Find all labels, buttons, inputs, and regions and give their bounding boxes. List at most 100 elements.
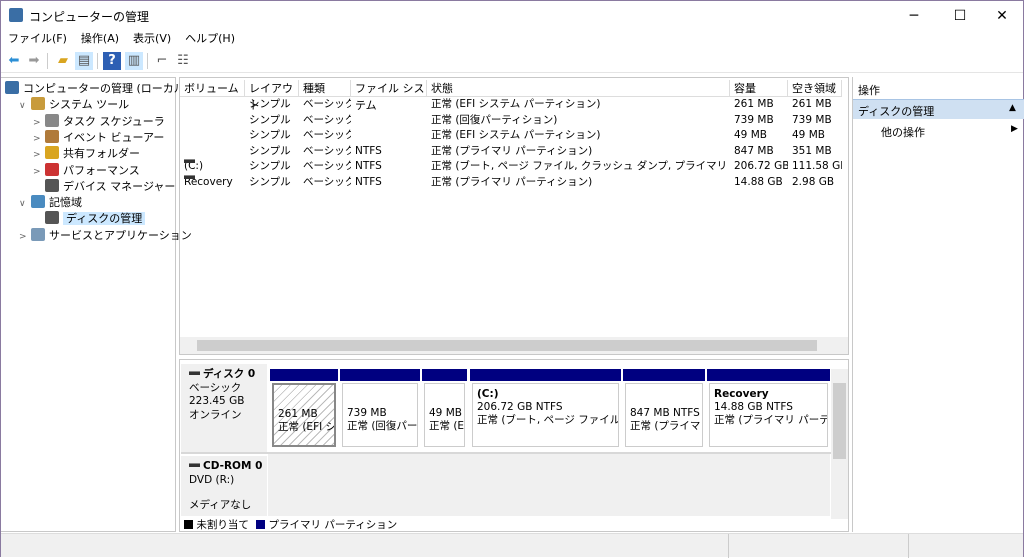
- column-header[interactable]: 容量: [730, 80, 788, 97]
- cell-text: ベーシック: [303, 98, 351, 110]
- partition-block[interactable]: 847 MB NTFS 正常 (プライマリ: [623, 369, 705, 449]
- table-cell: 正常 (EFI システム パーティション): [431, 97, 730, 113]
- partition-block[interactable]: 49 MB 正常 (E: [422, 369, 467, 449]
- vertical-scrollbar[interactable]: [831, 369, 848, 519]
- app-icon: [9, 8, 23, 22]
- table-row[interactable]: シンプル ベーシック 正常 (EFI システム パーティション) 49 MB 49 MB: [180, 128, 848, 144]
- maximize-button[interactable]: ☐: [937, 1, 983, 31]
- expand-chevron-icon[interactable]: >: [33, 147, 45, 163]
- expand-chevron-icon[interactable]: >: [33, 131, 45, 147]
- cell-text: 351 MB: [792, 144, 832, 157]
- table-cell: シンプル: [249, 159, 299, 175]
- tree-item[interactable]: > 共有フォルダー: [33, 146, 140, 162]
- table-cell: 739 MB: [792, 113, 842, 129]
- table-row[interactable]: (C:) シンプル ベーシック NTFS 正常 (ブート, ページ ファイル, クラッシ…: [180, 159, 848, 175]
- table-cell: ベーシック: [303, 144, 351, 160]
- partition-block[interactable]: (C:)206.72 GB NTFS正常 (ブート, ページ ファイル, クラ:: [470, 369, 621, 449]
- submenu-arrow-icon: ▶: [1011, 124, 1018, 134]
- table-row[interactable]: シンプル ベーシック 正常 (EFI システム パーティション) 261 MB 261 …: [180, 97, 848, 113]
- cell-text: 261 MB: [792, 98, 832, 110]
- tree-item[interactable]: > パフォーマンス: [33, 162, 140, 180]
- column-header[interactable]: 空き領域: [788, 80, 842, 97]
- cell-text: シンプル: [249, 160, 291, 173]
- expand-chevron-icon[interactable]: ∨: [19, 196, 31, 212]
- table-cell: 正常 (プライマリ パーティション): [431, 175, 730, 191]
- table-row[interactable]: Recovery シンプル ベーシック NTFS 正常 (プライマリ パーティション) 1…: [180, 175, 848, 191]
- table-cell: 739 MB: [734, 113, 788, 129]
- tree-item[interactable]: > サービスとアプリケーション: [19, 227, 192, 245]
- partition-block[interactable]: 739 MB 正常 (回復パー: [340, 369, 420, 449]
- tree-item[interactable]: > タスク スケジューラ: [33, 113, 165, 131]
- tree-node-icon: [5, 81, 19, 94]
- primary-partition-bar: [422, 369, 467, 381]
- legend: 未割り当て プライマリ パーティション: [184, 518, 397, 532]
- actions-section-disk-management[interactable]: ディスクの管理 ▲: [853, 99, 1024, 119]
- minimize-button[interactable]: ─: [891, 1, 937, 31]
- partition-block[interactable]: 261 MB 正常 (EFI シ: [270, 369, 338, 449]
- table-cell: 正常 (EFI システム パーティション): [431, 128, 730, 144]
- table-row[interactable]: シンプル ベーシック 正常 (回復パーティション) 739 MB 739 MB: [180, 113, 848, 129]
- cell-text: シンプル: [249, 176, 291, 188]
- tree-item[interactable]: コンピューターの管理 (ローカル): [5, 81, 189, 97]
- scrollbar-thumb[interactable]: [197, 340, 817, 351]
- table-row[interactable]: シンプル ベーシック NTFS 正常 (プライマリ パーティション) 847 MB 351…: [180, 144, 848, 160]
- partition-status: 正常 (回復パー: [347, 420, 418, 432]
- cell-text: 正常 (ブート, ページ ファイル, クラッシュ ダンプ, プライマリ パーティ…: [431, 160, 730, 173]
- tree-item[interactable]: デバイス マネージャー: [33, 178, 175, 195]
- column-header[interactable]: 種類: [299, 80, 351, 97]
- partition-block[interactable]: Recovery14.88 GB NTFS正常 (プライマリ パーティシ: [707, 369, 830, 449]
- tree-item[interactable]: ∨ 記憶域: [19, 195, 82, 211]
- back-icon[interactable]: ⬅: [5, 52, 23, 70]
- folder-up-icon[interactable]: ▰: [54, 52, 72, 70]
- legend-swatch-primary: [256, 520, 266, 529]
- help-icon[interactable]: ?: [103, 52, 121, 70]
- horizontal-scrollbar[interactable]: [180, 337, 848, 354]
- expand-chevron-icon[interactable]: >: [33, 115, 45, 131]
- table-cell: ベーシック: [303, 175, 351, 191]
- menu-action[interactable]: 操作(A): [74, 31, 126, 47]
- partition-status: 正常 (EFI シ: [278, 421, 336, 433]
- partition-size: 739 MB: [347, 407, 387, 419]
- column-header[interactable]: ボリューム: [180, 80, 245, 97]
- menu-help[interactable]: ヘルプ(H): [178, 31, 242, 47]
- expand-chevron-icon[interactable]: >: [19, 229, 31, 245]
- column-header[interactable]: 状態: [427, 80, 730, 97]
- connect-icon[interactable]: ⌐: [153, 52, 171, 70]
- tree-item-label: ディスクの管理: [63, 212, 146, 226]
- menu-view[interactable]: 表示(V): [126, 31, 178, 47]
- table-cell: 正常 (プライマリ パーティション): [431, 144, 730, 160]
- drive-icon: [184, 159, 195, 164]
- disk-status: メディアなし: [189, 499, 252, 511]
- partition-name: (C:): [477, 388, 499, 400]
- tree-item-label: タスク スケジューラ: [63, 114, 165, 128]
- column-header[interactable]: レイアウト: [245, 80, 299, 112]
- menu-file[interactable]: ファイル(F): [1, 31, 74, 47]
- tree-node-icon: [45, 113, 59, 127]
- table-cell: ベーシック: [303, 97, 351, 113]
- table-cell: シンプル: [249, 128, 299, 144]
- forward-icon[interactable]: ➡: [25, 52, 43, 70]
- expand-chevron-icon[interactable]: ∨: [19, 98, 31, 114]
- partition-status: 正常 (E: [429, 420, 465, 432]
- tree-item[interactable]: ∨ システム ツール: [19, 97, 129, 113]
- primary-partition-bar: [707, 369, 830, 381]
- collapse-icon[interactable]: ▲: [1009, 103, 1016, 113]
- more-actions[interactable]: 他の操作 ▶: [853, 123, 1024, 139]
- disk-0-label[interactable]: ディスク 0 ベーシック 223.45 GB オンライン: [181, 364, 267, 452]
- cell-text: 正常 (EFI システム パーティション): [431, 129, 601, 142]
- expand-chevron-icon[interactable]: >: [33, 164, 45, 180]
- partition-body: 261 MB 正常 (EFI シ: [272, 383, 336, 447]
- show-hide-tree-icon[interactable]: ▤: [75, 52, 93, 70]
- partition-body: 49 MB 正常 (E: [424, 383, 465, 447]
- cell-text: NTFS: [355, 160, 382, 173]
- cell-text: 261 MB: [734, 98, 774, 110]
- cell-text: ベーシック: [303, 144, 351, 157]
- tree-item[interactable]: > イベント ビューアー: [33, 129, 164, 147]
- show-hide-action-icon[interactable]: ▥: [125, 52, 143, 70]
- column-header[interactable]: ファイル システム: [351, 80, 427, 112]
- properties-icon[interactable]: ☷: [174, 52, 192, 70]
- close-button[interactable]: ✕: [979, 1, 1024, 31]
- cell-text: 正常 (プライマリ パーティション): [431, 176, 593, 188]
- tree-item[interactable]: ディスクの管理: [33, 211, 146, 227]
- cdrom-0-label[interactable]: CD-ROM 0 DVD (R:) メディアなし: [181, 456, 267, 516]
